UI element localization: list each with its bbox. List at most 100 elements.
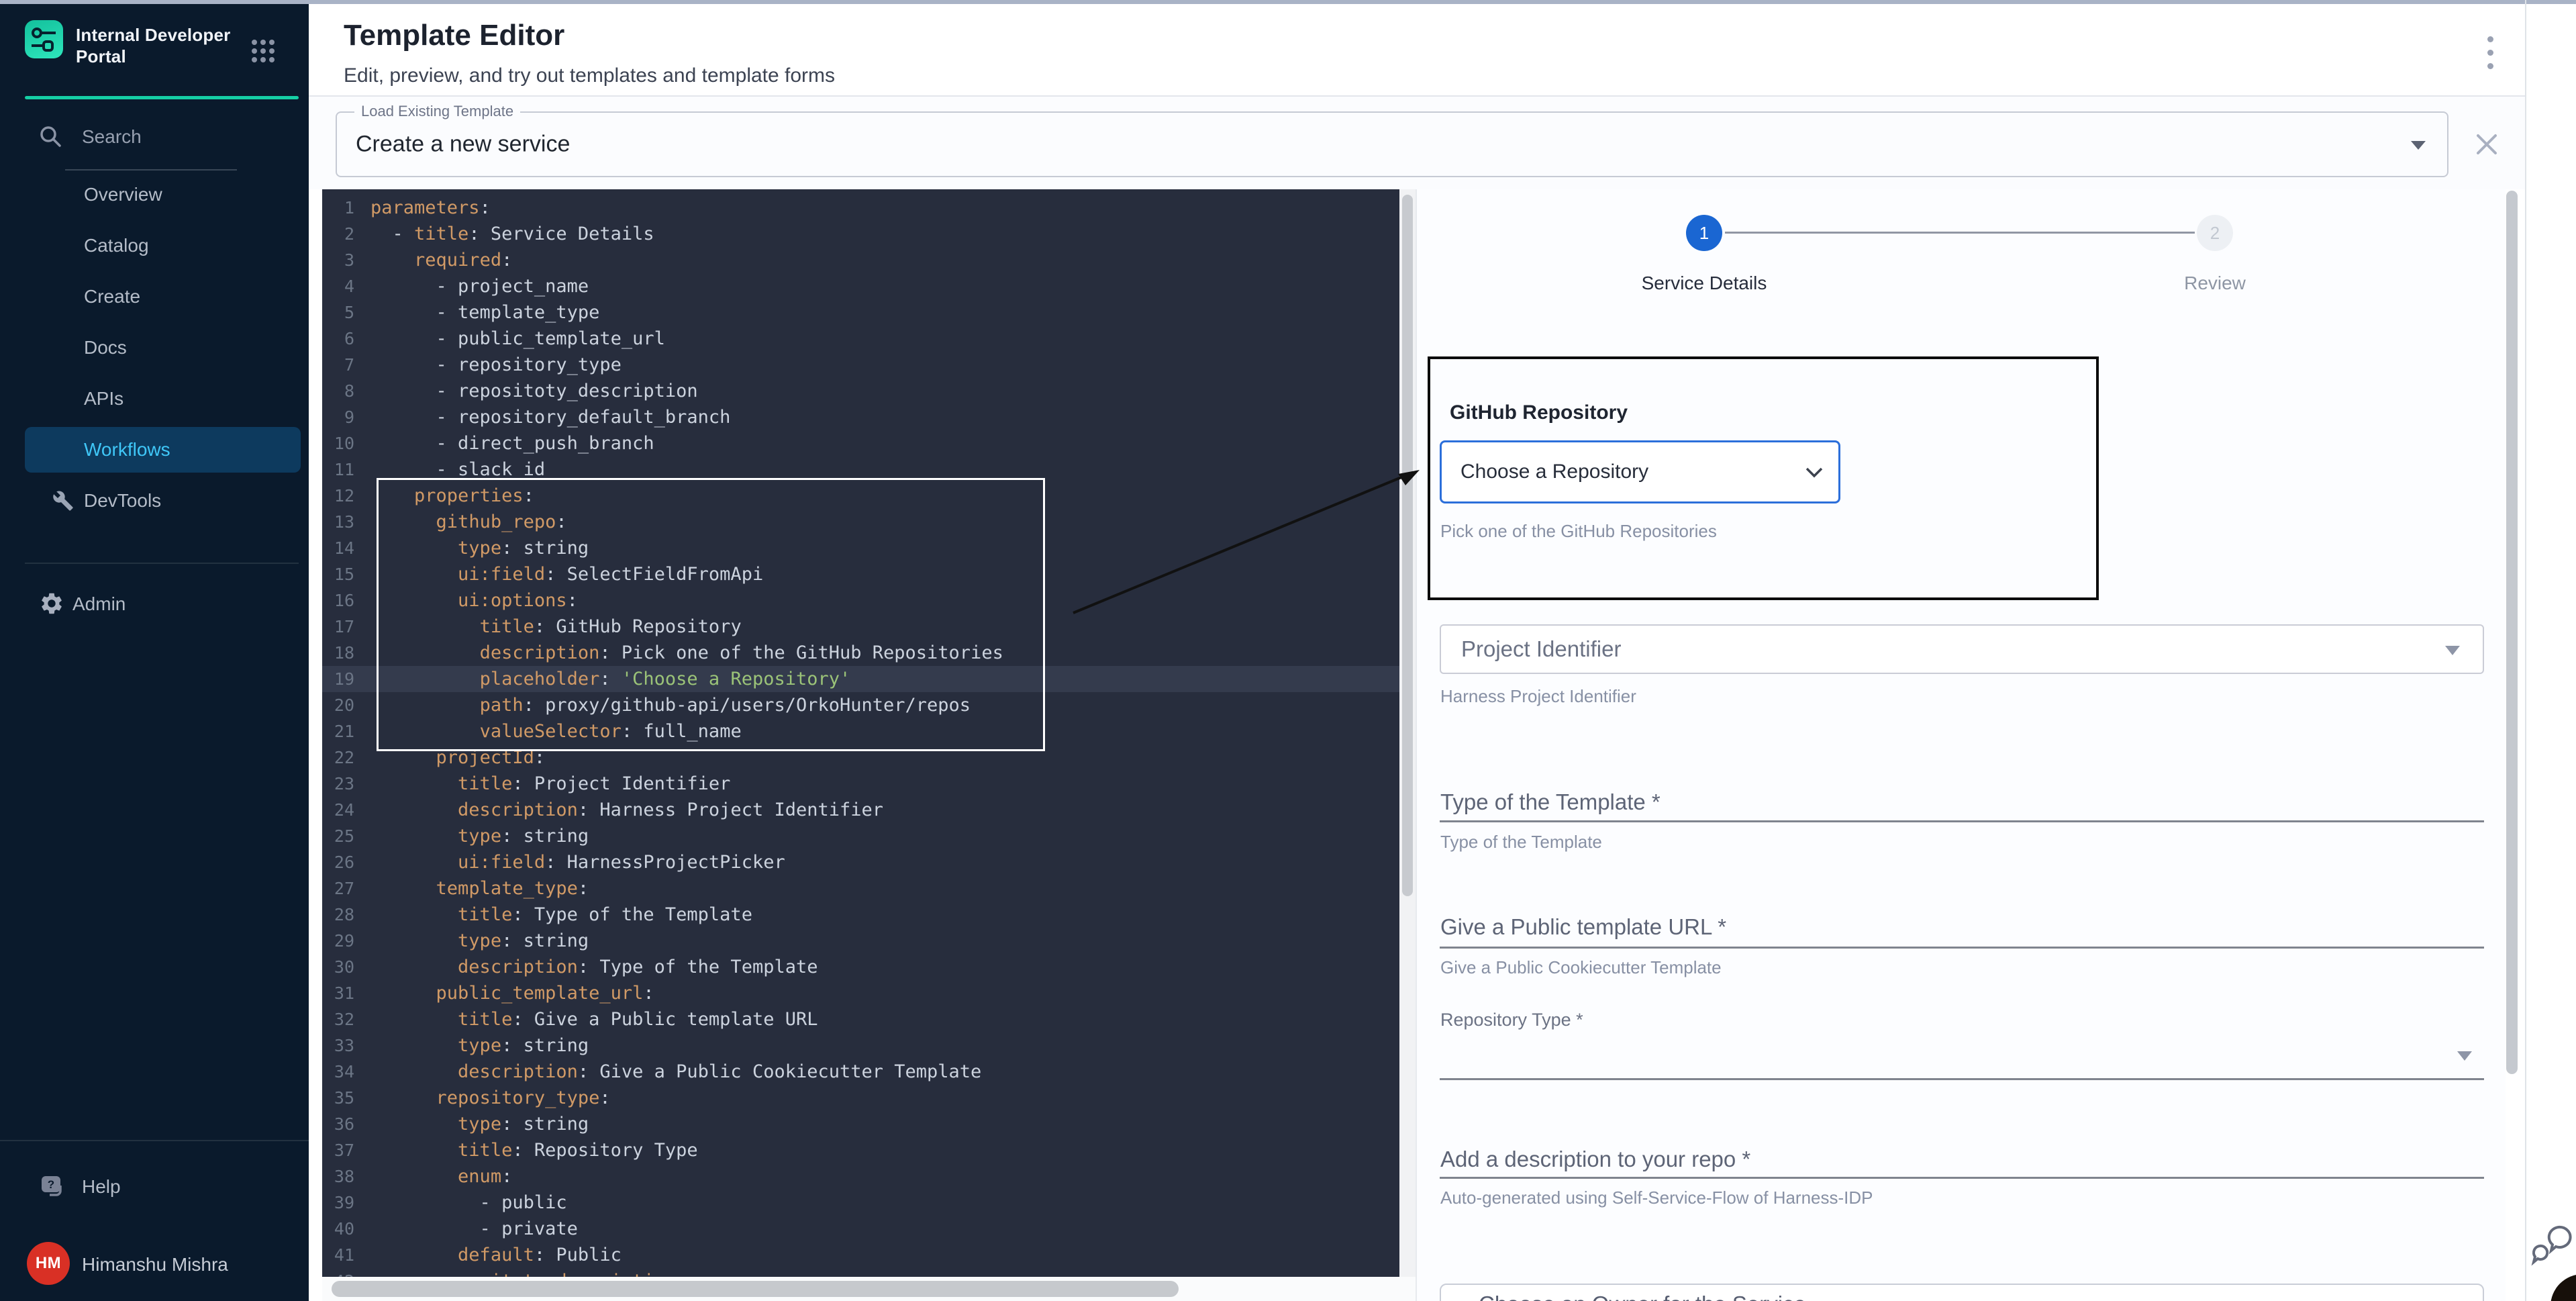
code-text: - project_name [354, 276, 589, 297]
code-line[interactable]: 12 properties: [322, 483, 1399, 509]
code-line[interactable]: 24 description: Harness Project Identifi… [322, 797, 1399, 823]
sidebar-item-label: APIs [84, 388, 123, 409]
code-line[interactable]: 42 repositoty_description: [322, 1268, 1399, 1277]
code-line[interactable]: 14 type: string [322, 535, 1399, 561]
repo-description-helper: Auto-generated using Self-Service-Flow o… [1440, 1188, 1873, 1208]
template-type-field-label: Type of the Template * [1440, 789, 1661, 815]
code-line[interactable]: 25 type: string [322, 823, 1399, 849]
svg-text:?: ? [48, 1178, 54, 1191]
sidebar-item-create[interactable]: Create [0, 271, 309, 322]
code-line[interactable]: 40 - private [322, 1216, 1399, 1242]
sidebar-item-catalog[interactable]: Catalog [0, 220, 309, 271]
code-line[interactable]: 34 description: Give a Public Cookiecutt… [322, 1059, 1399, 1085]
github-repository-value: Choose a Repository [1460, 461, 1648, 483]
code-text: description: Type of the Template [354, 957, 818, 977]
line-number: 41 [322, 1245, 354, 1265]
line-number: 3 [322, 250, 354, 270]
code-line[interactable]: 11 - slack_id [322, 456, 1399, 483]
code-line[interactable]: 26 ui:field: HarnessProjectPicker [322, 849, 1399, 875]
code-text: required: [354, 250, 512, 271]
code-text: type: string [354, 1114, 589, 1135]
code-line[interactable]: 30 description: Type of the Template [322, 954, 1399, 980]
line-number: 2 [322, 224, 354, 244]
editor-horizontal-scrollbar-thumb[interactable] [332, 1281, 1179, 1297]
code-text: - private [354, 1218, 578, 1239]
code-line[interactable]: 4 - project_name [322, 273, 1399, 299]
stepper-step-1[interactable]: 1 [1686, 215, 1722, 251]
line-number: 39 [322, 1193, 354, 1212]
load-existing-template-select[interactable]: Load Existing Template Create a new serv… [336, 111, 2448, 177]
code-line[interactable]: 32 title: Give a Public template URL [322, 1006, 1399, 1032]
code-line[interactable]: 13 github_repo: [322, 509, 1399, 535]
code-line[interactable]: 41 default: Public [322, 1242, 1399, 1268]
repo-description-input[interactable] [1440, 1177, 2484, 1179]
sidebar-item-overview[interactable]: Overview [0, 169, 309, 220]
code-line[interactable]: 22 projectId: [322, 744, 1399, 771]
public-url-field-input[interactable] [1440, 947, 2484, 949]
code-line[interactable]: 5 - template_type [322, 299, 1399, 326]
code-line[interactable]: 20 path: proxy/github-api/users/OrkoHunt… [322, 692, 1399, 718]
code-text: valueSelector: full_name [354, 721, 742, 742]
code-text: type: string [354, 930, 589, 951]
stepper-step-2[interactable]: 2 [2197, 215, 2233, 251]
stepper-connector [1725, 232, 2195, 234]
user-menu[interactable]: HM Himanshu Mishra [0, 1233, 309, 1294]
code-line[interactable]: 39 - public [322, 1190, 1399, 1216]
editor-vertical-scrollbar[interactable] [1399, 189, 1416, 1277]
sidebar-item-devtools[interactable]: DevTools [0, 475, 309, 526]
yaml-code-editor[interactable]: 1parameters:2 - title: Service Details3 … [322, 189, 1399, 1277]
corner-widget[interactable] [2550, 1274, 2576, 1301]
close-icon[interactable] [2474, 132, 2499, 157]
code-line[interactable]: 8 - repositoty_description [322, 378, 1399, 404]
project-identifier-select[interactable]: Project Identifier [1440, 624, 2484, 674]
code-line[interactable]: 19 placeholder: 'Choose a Repository' [322, 666, 1399, 692]
code-line[interactable]: 28 title: Type of the Template [322, 902, 1399, 928]
code-line[interactable]: 6 - public_template_url [322, 326, 1399, 352]
editor-horizontal-scrollbar[interactable] [322, 1277, 1416, 1301]
code-line[interactable]: 2 - title: Service Details [322, 221, 1399, 247]
code-line[interactable]: 21 valueSelector: full_name [322, 718, 1399, 744]
code-line[interactable]: 38 enum: [322, 1163, 1399, 1190]
code-line[interactable]: 1parameters: [322, 195, 1399, 221]
template-type-field-input[interactable] [1440, 820, 2484, 822]
chat-bubbles-icon[interactable] [2530, 1222, 2573, 1266]
github-repository-select[interactable]: Choose a Repository [1440, 440, 1840, 503]
sidebar-item-admin[interactable]: Admin [0, 580, 309, 628]
code-line[interactable]: 27 template_type: [322, 875, 1399, 902]
search-label: Search [82, 126, 142, 148]
code-text: description: Pick one of the GitHub Repo… [354, 642, 1003, 663]
line-number: 34 [322, 1062, 354, 1081]
repository-type-select[interactable] [1440, 1078, 2484, 1080]
code-line[interactable]: 29 type: string [322, 928, 1399, 954]
code-text: type: string [354, 1035, 589, 1056]
code-line[interactable]: 17 title: GitHub Repository [322, 614, 1399, 640]
code-line[interactable]: 36 type: string [322, 1111, 1399, 1137]
kebab-menu-icon[interactable] [2474, 34, 2506, 74]
line-number: 5 [322, 303, 354, 322]
code-line[interactable]: 10 - direct_push_branch [322, 430, 1399, 456]
sidebar-item-docs[interactable]: Docs [0, 322, 309, 373]
apps-grid-icon[interactable] [251, 39, 275, 66]
template-type-field-helper: Type of the Template [1440, 832, 1602, 853]
code-line[interactable]: 16 ui:options: [322, 587, 1399, 614]
code-line[interactable]: 23 title: Project Identifier [322, 771, 1399, 797]
code-text: - repositoty_description [354, 381, 698, 401]
page-vertical-scrollbar-thumb[interactable] [2506, 191, 2518, 1074]
code-line[interactable]: 31 public_template_url: [322, 980, 1399, 1006]
line-number: 30 [322, 957, 354, 977]
code-line[interactable]: 9 - repository_default_branch [322, 404, 1399, 430]
help-button[interactable]: ? Help [0, 1163, 309, 1212]
code-line[interactable]: 18 description: Pick one of the GitHub R… [322, 640, 1399, 666]
sidebar-item-workflows[interactable]: Workflows [0, 424, 309, 475]
github-repository-helper: Pick one of the GitHub Repositories [1440, 521, 1717, 542]
code-line[interactable]: 7 - repository_type [322, 352, 1399, 378]
sidebar-search[interactable]: Search [0, 117, 309, 157]
sidebar-item-apis[interactable]: APIs [0, 373, 309, 424]
code-line[interactable]: 3 required: [322, 247, 1399, 273]
owner-select[interactable]: Choose an Owner for the Service [1440, 1284, 2484, 1301]
code-line[interactable]: 33 type: string [322, 1032, 1399, 1059]
editor-vertical-scrollbar-thumb[interactable] [1402, 195, 1413, 896]
code-line[interactable]: 37 title: Repository Type [322, 1137, 1399, 1163]
code-line[interactable]: 35 repository_type: [322, 1085, 1399, 1111]
code-line[interactable]: 15 ui:field: SelectFieldFromApi [322, 561, 1399, 587]
